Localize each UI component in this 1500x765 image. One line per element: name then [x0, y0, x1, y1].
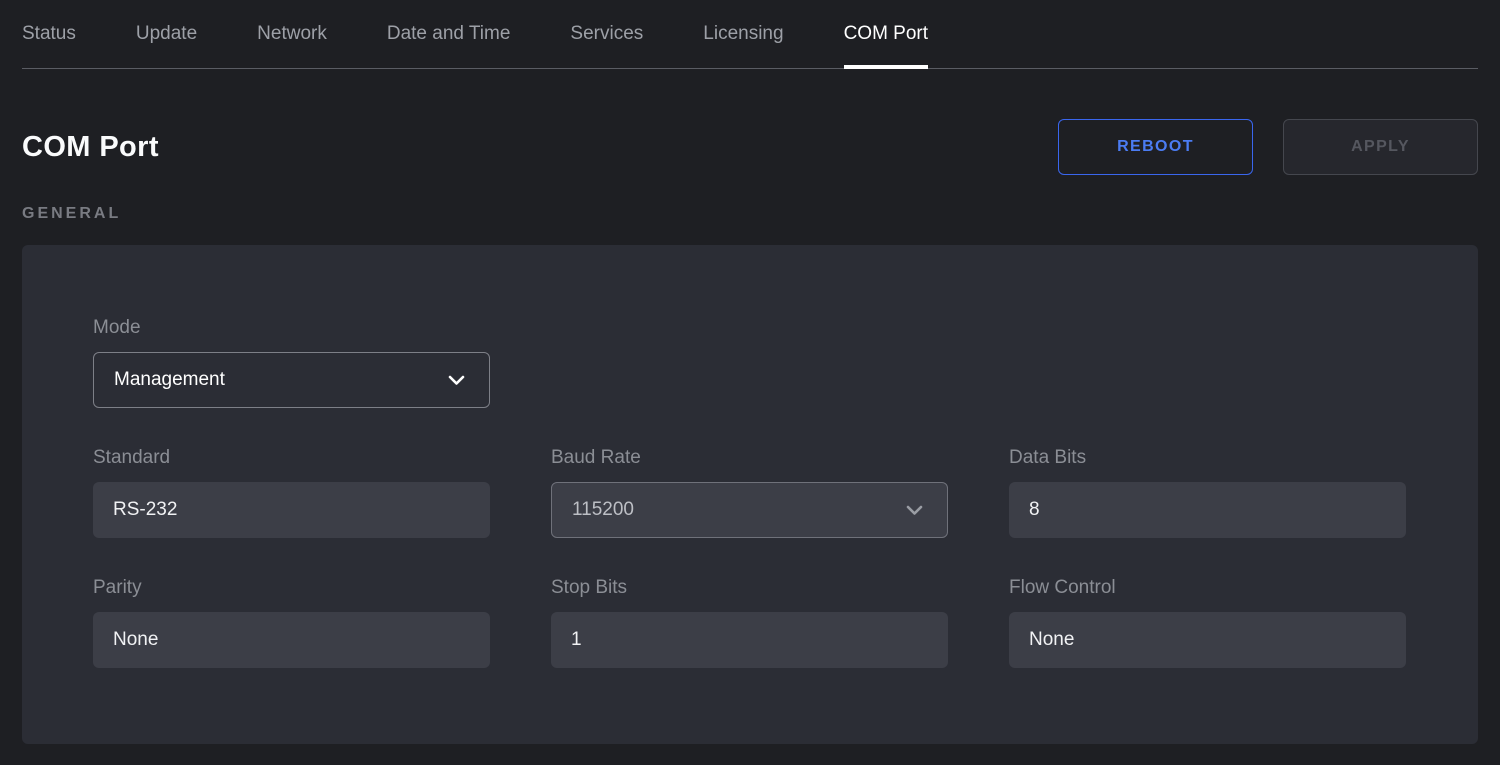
baud-rate-label: Baud Rate: [551, 448, 948, 468]
data-bits-value: 8: [1029, 499, 1040, 521]
tab-status[interactable]: Status: [22, 0, 76, 68]
stop-bits-value-field: 1: [551, 612, 948, 668]
tab-label: Update: [136, 23, 197, 45]
standard-field-group: Standard RS-232: [93, 448, 490, 538]
tab-services[interactable]: Services: [570, 0, 643, 68]
reboot-button[interactable]: REBOOT: [1058, 119, 1253, 175]
chevron-down-icon: [906, 505, 923, 516]
general-panel: Mode Management Standard RS-232 Baud Rat…: [22, 245, 1478, 744]
tab-licensing[interactable]: Licensing: [703, 0, 783, 68]
header-actions: REBOOT APPLY: [1058, 119, 1478, 175]
section-title-general: GENERAL: [22, 205, 1478, 223]
data-bits-value-field: 8: [1009, 482, 1406, 538]
baud-rate-select[interactable]: 115200: [551, 482, 948, 538]
mode-label: Mode: [93, 318, 490, 338]
standard-value: RS-232: [113, 499, 177, 521]
tab-label: Licensing: [703, 23, 783, 45]
tab-com-port[interactable]: COM Port: [844, 0, 928, 68]
data-bits-field-group: Data Bits 8: [1009, 448, 1406, 538]
mode-select[interactable]: Management: [93, 352, 490, 408]
baud-rate-value: 115200: [572, 499, 634, 521]
data-bits-label: Data Bits: [1009, 448, 1406, 468]
apply-button[interactable]: APPLY: [1283, 119, 1478, 175]
tab-label: Network: [257, 23, 327, 45]
chevron-down-icon: [448, 375, 465, 386]
flow-control-field-group: Flow Control None: [1009, 578, 1406, 668]
tab-label: COM Port: [844, 23, 928, 45]
parity-field-group: Parity None: [93, 578, 490, 668]
stop-bits-value: 1: [571, 629, 582, 651]
tab-update[interactable]: Update: [136, 0, 197, 68]
baud-rate-field-group: Baud Rate 115200: [551, 448, 948, 538]
com-port-page: COM Port REBOOT APPLY GENERAL Mode Manag…: [0, 119, 1500, 744]
parity-value: None: [113, 629, 158, 651]
tab-label: Date and Time: [387, 23, 511, 45]
stop-bits-field-group: Stop Bits 1: [551, 578, 948, 668]
mode-value: Management: [114, 369, 225, 391]
standard-value-field: RS-232: [93, 482, 490, 538]
page-header: COM Port REBOOT APPLY: [22, 119, 1478, 175]
tab-date-and-time[interactable]: Date and Time: [387, 0, 511, 68]
row-spacer: [551, 318, 1406, 408]
tab-label: Status: [22, 23, 76, 45]
stop-bits-label: Stop Bits: [551, 578, 948, 598]
settings-tabbar: Status Update Network Date and Time Serv…: [22, 0, 1478, 69]
standard-label: Standard: [93, 448, 490, 468]
flow-control-value-field: None: [1009, 612, 1406, 668]
flow-control-label: Flow Control: [1009, 578, 1406, 598]
parity-label: Parity: [93, 578, 490, 598]
flow-control-value: None: [1029, 629, 1074, 651]
parity-value-field: None: [93, 612, 490, 668]
form-grid: Mode Management Standard RS-232 Baud Rat…: [93, 318, 1407, 668]
page-title: COM Port: [22, 131, 159, 164]
tab-network[interactable]: Network: [257, 0, 327, 68]
mode-field-group: Mode Management: [93, 318, 490, 408]
tab-label: Services: [570, 23, 643, 45]
